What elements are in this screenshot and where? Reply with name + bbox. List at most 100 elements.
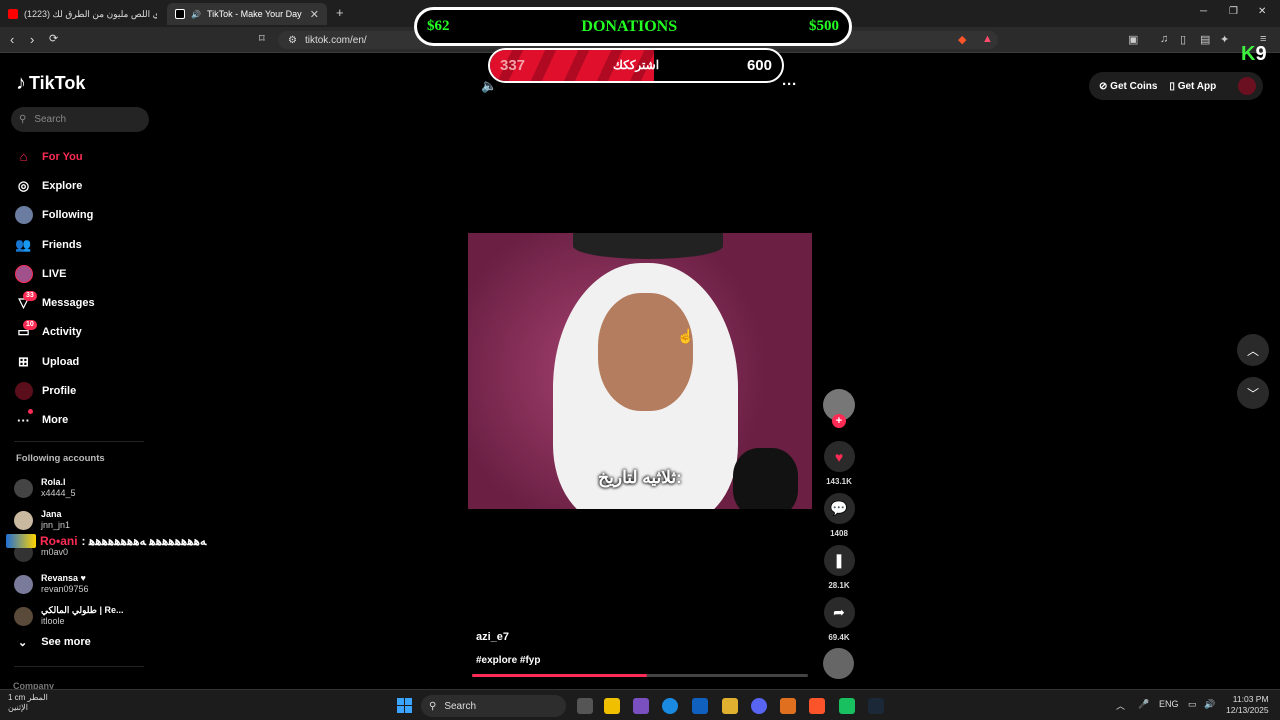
microphone-icon[interactable]: 🎤 — [1138, 699, 1149, 710]
sidebar-item-profile[interactable]: Profile — [14, 376, 95, 405]
previous-video-button[interactable]: ︿ — [1237, 334, 1269, 366]
outlook-icon[interactable] — [692, 698, 708, 714]
logo-text: TikTok — [29, 73, 86, 93]
close-tab-icon[interactable]: ✕ — [310, 8, 319, 21]
steam-icon[interactable] — [868, 698, 884, 714]
vlc-icon[interactable] — [780, 698, 796, 714]
video-hashtags[interactable]: #explore #fyp — [476, 655, 540, 666]
video-player[interactable]: ثلاثيه لتاريخ: — [468, 233, 812, 509]
avatar — [14, 478, 33, 498]
leo-ai-icon[interactable]: ✦ — [1220, 33, 1229, 46]
music-icon[interactable]: ♫ — [1160, 33, 1168, 45]
get-app-label: Get App — [1177, 80, 1217, 92]
weather-text: 1 cm المطر — [8, 693, 48, 702]
sidebar-item-following[interactable]: Following — [14, 201, 95, 230]
account-name: Rola.l — [41, 477, 66, 487]
youtube-icon — [8, 9, 18, 19]
restore-icon[interactable]: ❐ — [1229, 6, 1238, 17]
follow-plus-icon[interactable]: + — [832, 414, 846, 428]
sidebar-item-more[interactable]: ··· More — [14, 406, 95, 435]
forward-icon[interactable]: › — [30, 32, 34, 47]
top-right-actions: ⊘ Get Coins ▯ Get App — [1089, 72, 1263, 100]
sidebar-item-friends[interactable]: 👥 Friends — [14, 230, 95, 259]
following-accounts-list: Rola.l x4444_5 Jana jnn_jn1 m0av0 Revansa … — [14, 472, 123, 632]
sidebar-item-upload[interactable]: ⊞ Upload — [14, 347, 95, 376]
get-app-button[interactable]: ▯ Get App — [1169, 81, 1216, 92]
share-icon: ➦ — [823, 597, 855, 628]
edge-icon[interactable] — [662, 698, 678, 714]
see-more-button[interactable]: ⌄ See more — [18, 636, 91, 649]
account-item[interactable]: Rola.l x4444_5 — [14, 472, 123, 504]
sidebar-item-label: More — [42, 414, 69, 427]
discord-icon[interactable] — [751, 698, 767, 714]
volume-tray-icon[interactable]: 🔊 — [1204, 699, 1215, 710]
account-item[interactable]: طلولي المالكي | Re... itloole — [14, 600, 123, 632]
more-options-icon[interactable]: ··· — [782, 76, 797, 93]
brave-shield-icon[interactable]: ◆ — [958, 33, 966, 46]
weather-day: الإثنين — [8, 703, 28, 712]
language-indicator[interactable]: ENG — [1159, 699, 1179, 709]
like-button[interactable]: ♥ 143.1K — [823, 441, 855, 486]
profile-avatar[interactable] — [1238, 77, 1257, 95]
site-info-icon[interactable]: ⚙ — [288, 35, 297, 46]
like-count: 143.1K — [826, 477, 852, 486]
get-coins-button[interactable]: ⊘ Get Coins — [1099, 81, 1157, 92]
tab-youtube[interactable]: (1223) تحدي اللص مليون من الطرق لك — [0, 3, 165, 25]
see-more-label: See more — [41, 636, 91, 648]
sidebar-item-label: Friends — [42, 238, 82, 251]
compass-icon: ◎ — [17, 177, 30, 193]
video-progress-bar[interactable] — [472, 674, 808, 677]
account-item[interactable]: Jana jnn_jn1 — [14, 504, 123, 536]
sidebar-item-explore[interactable]: ◎ Explore — [14, 171, 95, 200]
sidebar-item-for-you[interactable]: ⌂ For You — [14, 142, 95, 171]
screenshot-icon[interactable]: ▣ — [1128, 33, 1138, 46]
avatar — [14, 606, 33, 626]
sidebar-item-label: Explore — [42, 179, 83, 192]
new-tab-button[interactable]: + — [336, 5, 344, 20]
share-button[interactable]: ➦ 69.4K — [823, 597, 855, 642]
taskbar-search[interactable]: ⚲ Search — [421, 695, 566, 717]
kick-app-icon[interactable] — [839, 698, 855, 714]
minimize-icon[interactable]: ─ — [1200, 6, 1207, 17]
sidebar-toggle-icon[interactable]: ▯ — [1180, 33, 1186, 46]
chat-username: Ro•ani — [40, 534, 78, 548]
back-icon[interactable]: ‹ — [10, 32, 14, 47]
close-window-icon[interactable]: ✕ — [1258, 6, 1266, 17]
brave-rewards-icon[interactable]: ▲ — [982, 33, 993, 45]
save-count: 28.1K — [828, 581, 850, 590]
save-button[interactable]: ❚ 28.1K — [823, 545, 855, 590]
search-input[interactable]: ⚲ Search — [11, 107, 149, 132]
volume-icon[interactable]: 🔈 — [481, 78, 497, 94]
file-explorer-icon[interactable] — [722, 698, 738, 714]
speaker-icon: 🔊 — [191, 9, 201, 19]
live-icon — [14, 264, 33, 283]
tab-tiktok[interactable]: 🔊 TikTok - Make Your Day ✕ — [167, 3, 327, 25]
tab-title: TikTok - Make Your Day — [206, 9, 302, 19]
store-icon[interactable] — [604, 698, 620, 714]
video-username[interactable]: azi_e7 — [476, 631, 509, 643]
tiktok-logo[interactable]: ♪ TikTok — [16, 72, 85, 95]
bookmark-icon[interactable]: ⌑ — [259, 32, 265, 45]
sidebar-item-label: Messages — [42, 297, 95, 310]
wallet-icon[interactable]: ▤ — [1200, 33, 1210, 46]
start-icon[interactable] — [397, 698, 412, 713]
comment-button[interactable]: 💬 1408 — [823, 493, 855, 538]
network-icon[interactable]: ▭ — [1188, 699, 1197, 710]
reload-icon[interactable]: ⟳ — [49, 32, 58, 45]
brave-icon[interactable] — [809, 698, 825, 714]
account-item[interactable]: Revansa ♥ revan09756 — [14, 568, 123, 600]
next-video-button[interactable]: ﹀ — [1237, 377, 1269, 409]
sidebar-item-activity[interactable]: ▭ 10 Activity — [14, 318, 95, 347]
teams-icon[interactable] — [633, 698, 649, 714]
search-icon: ⚲ — [429, 700, 437, 712]
weather-widget[interactable]: 1 cm المطر الإثنين — [8, 693, 48, 713]
clock[interactable]: 11:03 PM 12/13/2025 — [1226, 694, 1269, 716]
tray-overflow-icon[interactable]: ︿ — [1116, 699, 1125, 712]
music-disc-icon[interactable] — [823, 648, 854, 679]
streamer-logo: K9 — [1241, 43, 1267, 66]
sidebar-item-live[interactable]: LIVE — [14, 259, 95, 288]
tab-title: (1223) تحدي اللص مليون من الطرق لك — [24, 8, 157, 19]
sidebar-item-messages[interactable]: ▽ 33 Messages — [14, 288, 95, 317]
taskbar-search-label: Search — [444, 700, 477, 712]
task-view-icon[interactable] — [577, 698, 593, 714]
